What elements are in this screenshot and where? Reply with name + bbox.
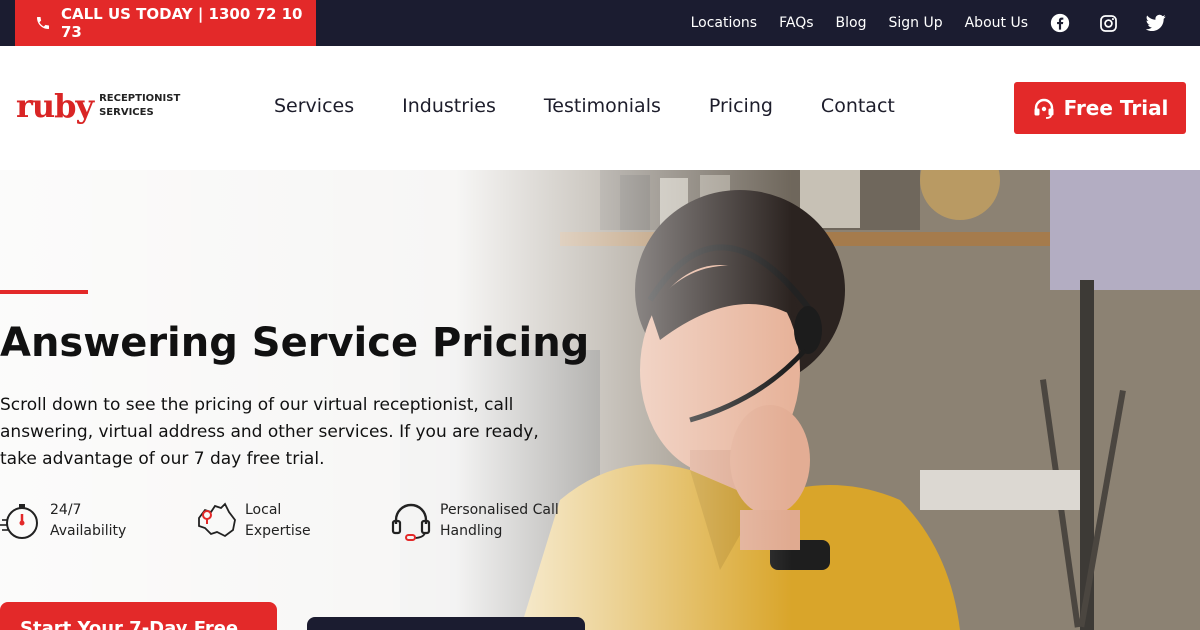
accent-line bbox=[0, 290, 88, 294]
facebook-icon[interactable] bbox=[1050, 13, 1070, 33]
phone-icon bbox=[35, 15, 51, 31]
feature-personalised-handling-label: Personalised Call Handling bbox=[440, 502, 559, 539]
top-bar: CALL US TODAY | 1300 72 10 73 Locations … bbox=[0, 0, 1200, 46]
free-trial-button[interactable]: Free Trial bbox=[1014, 82, 1186, 134]
hero-description: Scroll down to see the pricing of our vi… bbox=[0, 395, 539, 469]
feature-personalised-handling: Personalised Call Handling bbox=[390, 500, 559, 542]
site-header: ruby RECEPTIONIST SERVICES Services Indu… bbox=[0, 46, 1200, 170]
twitter-icon[interactable] bbox=[1146, 13, 1166, 33]
start-free-trial-button[interactable]: Start Your 7-Day Free bbox=[0, 602, 277, 630]
logo-subtitle-line2: SERVICES bbox=[99, 107, 154, 118]
logo-subtitle: RECEPTIONIST SERVICES bbox=[99, 92, 180, 120]
toplink-about-us[interactable]: About Us bbox=[965, 15, 1028, 31]
page-title: Answering Service Pricing bbox=[0, 320, 590, 366]
logo-subtitle-line1: RECEPTIONIST bbox=[99, 93, 181, 104]
feature-availability: 24/7 Availability bbox=[0, 500, 126, 542]
instagram-icon[interactable] bbox=[1098, 13, 1118, 33]
nav-contact[interactable]: Contact bbox=[821, 95, 895, 117]
stopwatch-icon bbox=[0, 500, 42, 542]
australia-map-icon bbox=[195, 500, 237, 542]
feature-local-expertise: Local Expertise bbox=[195, 500, 311, 542]
headset-icon bbox=[1032, 96, 1056, 120]
toplink-locations[interactable]: Locations bbox=[691, 15, 758, 31]
free-trial-label: Free Trial bbox=[1063, 96, 1169, 120]
logo[interactable]: ruby RECEPTIONIST SERVICES bbox=[16, 90, 180, 122]
toplink-blog[interactable]: Blog bbox=[836, 15, 867, 31]
call-us-button[interactable]: CALL US TODAY | 1300 72 10 73 bbox=[15, 0, 316, 46]
top-links: Locations FAQs Blog Sign Up About Us bbox=[691, 0, 1200, 46]
main-nav: Services Industries Testimonials Pricing… bbox=[274, 95, 943, 117]
toplink-sign-up[interactable]: Sign Up bbox=[888, 15, 942, 31]
logo-wordmark: ruby bbox=[16, 87, 94, 125]
nav-services[interactable]: Services bbox=[274, 95, 354, 117]
toplink-faqs[interactable]: FAQs bbox=[779, 15, 813, 31]
hero-section: Answering Service Pricing Scroll down to… bbox=[0, 170, 1200, 630]
nav-industries[interactable]: Industries bbox=[402, 95, 496, 117]
feature-local-expertise-label: Local Expertise bbox=[245, 502, 311, 539]
feature-availability-label: 24/7 Availability bbox=[50, 502, 127, 539]
nav-testimonials[interactable]: Testimonials bbox=[544, 95, 661, 117]
nav-pricing[interactable]: Pricing bbox=[709, 95, 773, 117]
headset-icon bbox=[390, 500, 432, 542]
call-us-label: CALL US TODAY | 1300 72 10 73 bbox=[61, 5, 303, 41]
secondary-button[interactable] bbox=[307, 617, 585, 630]
